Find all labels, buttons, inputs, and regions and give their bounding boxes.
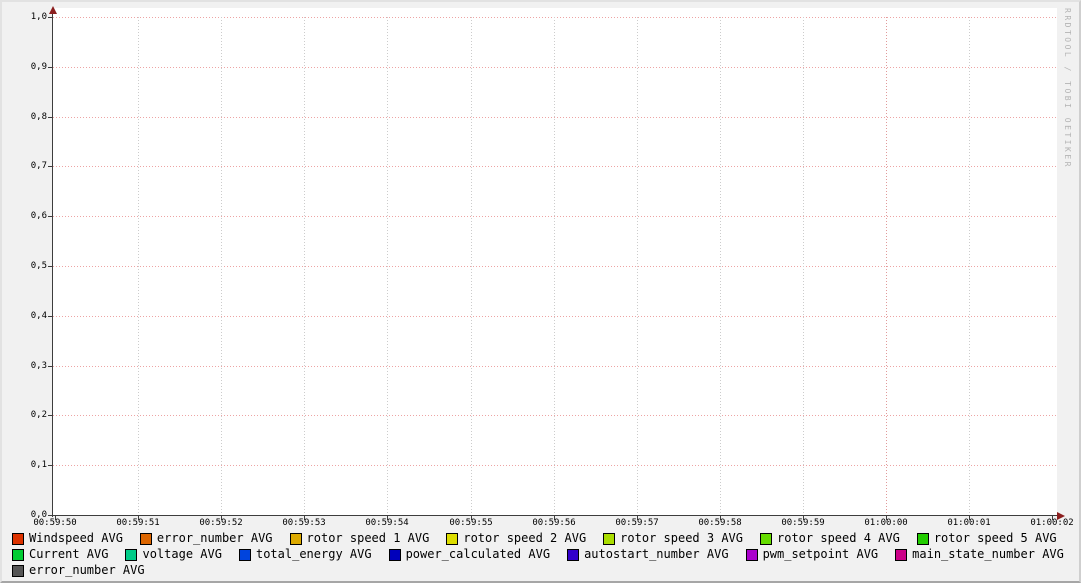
legend-color-swatch <box>12 549 24 561</box>
x-tick-label: 00:59:54 <box>357 518 417 529</box>
legend-item: power_calculated AVG <box>389 548 551 561</box>
legend-color-swatch <box>389 549 401 561</box>
y-tick-label: 0,9 <box>2 62 47 73</box>
legend-label: total_energy AVG <box>256 548 372 561</box>
legend-label: error_number AVG <box>29 564 145 577</box>
legend: Windspeed AVG error_number AVG rotor speed… <box>12 532 1075 580</box>
legend-label: rotor speed 1 AVG <box>307 532 430 545</box>
legend-row: Windspeed AVG error_number AVG rotor speed… <box>12 532 1075 545</box>
legend-label: Current AVG <box>29 548 108 561</box>
x-tick-label: 01:00:01 <box>939 518 999 529</box>
gridline-horizontal <box>53 465 1057 466</box>
legend-color-swatch <box>895 549 907 561</box>
y-tick-label: 0,7 <box>2 161 47 172</box>
legend-item: Current AVG <box>12 548 108 561</box>
rrdtool-graph-window: 1,00,90,80,70,60,50,40,30,20,10,0 00:59:… <box>0 0 1081 583</box>
y-tick-label: 1,0 <box>2 12 47 23</box>
y-tick-label: 0,2 <box>2 410 47 421</box>
legend-item: rotor speed 1 AVG <box>290 532 430 545</box>
legend-label: autostart_number AVG <box>584 548 729 561</box>
legend-item: error_number AVG <box>140 532 273 545</box>
gridline-horizontal <box>53 266 1057 267</box>
gridline-vertical-major <box>886 17 887 515</box>
legend-label: rotor speed 4 AVG <box>777 532 900 545</box>
legend-label: rotor speed 2 AVG <box>463 532 586 545</box>
x-tick-label: 00:59:50 <box>25 518 85 529</box>
gridline-vertical-minor <box>138 17 139 515</box>
legend-color-swatch <box>12 565 24 577</box>
legend-label: rotor speed 5 AVG <box>934 532 1057 545</box>
legend-item: autostart_number AVG <box>567 548 729 561</box>
gridline-vertical-minor <box>471 17 472 515</box>
gridline-vertical-minor <box>637 17 638 515</box>
legend-color-swatch <box>446 533 458 545</box>
legend-color-swatch <box>603 533 615 545</box>
legend-item: rotor speed 5 AVG <box>917 532 1057 545</box>
legend-item: error_number AVG <box>12 564 145 577</box>
watermark: RRDTOOL / TOBI OETIKER <box>1063 8 1072 169</box>
gridline-horizontal <box>53 67 1057 68</box>
gridline-vertical-minor <box>554 17 555 515</box>
legend-item: voltage AVG <box>125 548 221 561</box>
gridline-vertical-minor <box>387 17 388 515</box>
y-tick-label: 0,6 <box>2 211 47 222</box>
legend-row: error_number AVG <box>12 564 1075 577</box>
legend-color-swatch <box>567 549 579 561</box>
gridline-vertical-minor <box>803 17 804 515</box>
x-tick-label: 01:00:02 <box>1022 518 1081 529</box>
gridline-horizontal <box>53 366 1057 367</box>
legend-label: main_state_number AVG <box>912 548 1064 561</box>
x-tick-label: 00:59:53 <box>274 518 334 529</box>
legend-row: Current AVG voltage AVG total_energy AVG po… <box>12 548 1075 561</box>
legend-color-swatch <box>290 533 302 545</box>
legend-label: rotor speed 3 AVG <box>620 532 743 545</box>
x-tick-label: 00:59:55 <box>441 518 501 529</box>
gridline-vertical-minor <box>969 17 970 515</box>
legend-color-swatch <box>239 549 251 561</box>
gridline-vertical-minor <box>720 17 721 515</box>
legend-item: Windspeed AVG <box>12 532 123 545</box>
x-tick-label: 00:59:59 <box>773 518 833 529</box>
gridline-vertical-minor <box>304 17 305 515</box>
legend-item: total_energy AVG <box>239 548 372 561</box>
gridline-horizontal <box>53 166 1057 167</box>
legend-color-swatch <box>125 549 137 561</box>
gridline-horizontal <box>53 117 1057 118</box>
legend-item: main_state_number AVG <box>895 548 1064 561</box>
x-axis-line <box>52 515 1057 516</box>
x-tick-label: 01:00:00 <box>856 518 916 529</box>
x-tick-label: 00:59:52 <box>191 518 251 529</box>
legend-label: pwm_setpoint AVG <box>763 548 879 561</box>
legend-item: rotor speed 2 AVG <box>446 532 586 545</box>
legend-color-swatch <box>917 533 929 545</box>
x-tick-label: 00:59:57 <box>607 518 667 529</box>
x-tick-label: 00:59:58 <box>690 518 750 529</box>
gridline-vertical-minor <box>221 17 222 515</box>
legend-label: error_number AVG <box>157 532 273 545</box>
legend-label: Windspeed AVG <box>29 532 123 545</box>
legend-item: rotor speed 3 AVG <box>603 532 743 545</box>
y-axis-arrow-icon <box>49 6 57 14</box>
y-tick-label: 0,5 <box>2 261 47 272</box>
gridline-horizontal <box>53 415 1057 416</box>
y-tick-label: 0,4 <box>2 311 47 322</box>
legend-label: power_calculated AVG <box>406 548 551 561</box>
gridline-horizontal <box>53 316 1057 317</box>
x-tick-label: 00:59:51 <box>108 518 168 529</box>
y-tick-label: 0,3 <box>2 361 47 372</box>
gridline-horizontal <box>53 17 1057 18</box>
gridline-horizontal <box>53 216 1057 217</box>
plot-area <box>53 8 1057 515</box>
y-tick-label: 0,1 <box>2 460 47 471</box>
legend-color-swatch <box>12 533 24 545</box>
x-tick-label: 00:59:56 <box>524 518 584 529</box>
legend-item: pwm_setpoint AVG <box>746 548 879 561</box>
legend-color-swatch <box>140 533 152 545</box>
y-tick-label: 0,8 <box>2 112 47 123</box>
legend-color-swatch <box>746 549 758 561</box>
legend-color-swatch <box>760 533 772 545</box>
legend-item: rotor speed 4 AVG <box>760 532 900 545</box>
legend-label: voltage AVG <box>142 548 221 561</box>
y-axis-line <box>52 13 53 517</box>
